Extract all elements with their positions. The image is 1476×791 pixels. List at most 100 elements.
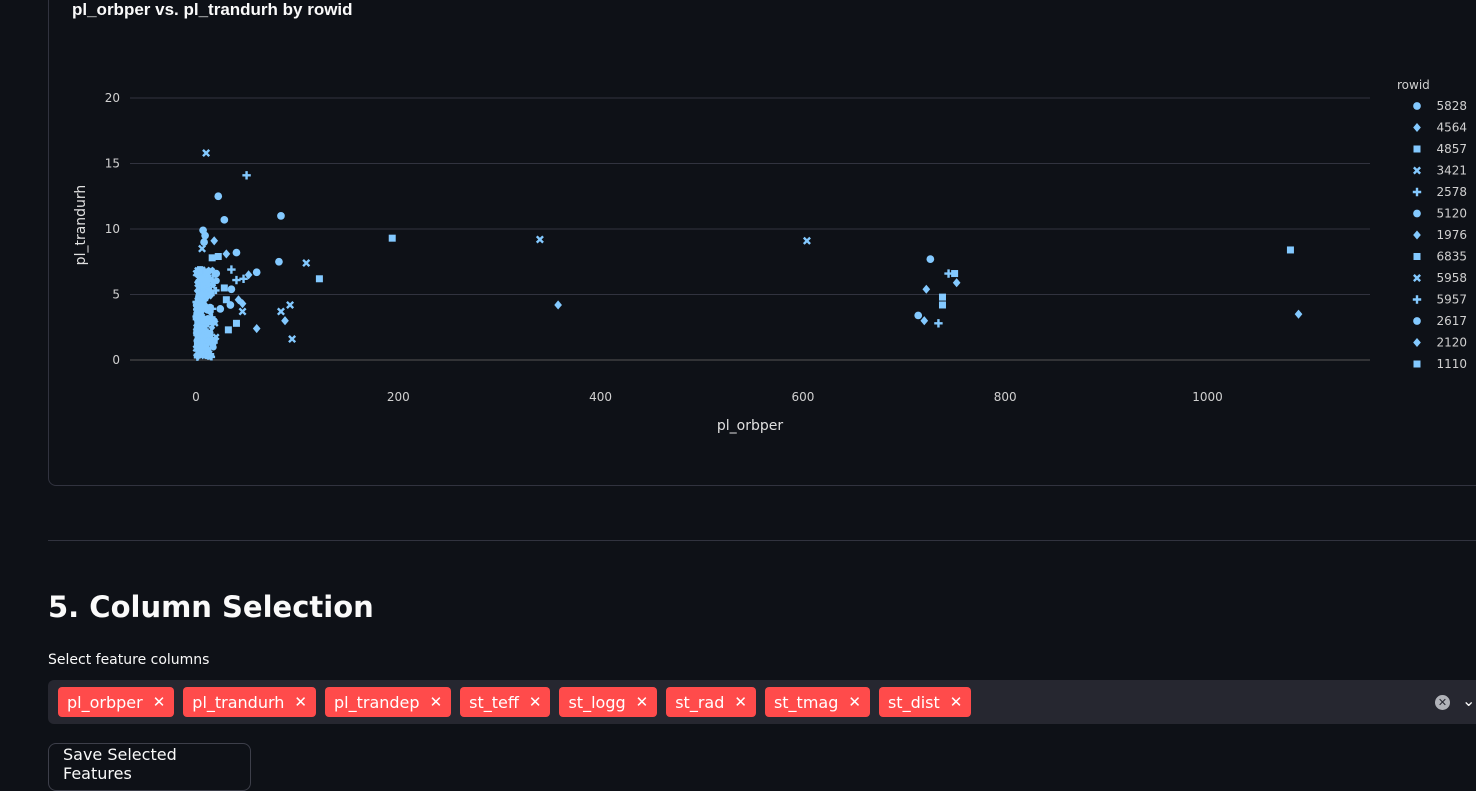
remove-tag-icon[interactable]: ✕	[636, 693, 649, 711]
tag-label: st_teff	[469, 692, 519, 712]
legend-marker	[1412, 295, 1422, 304]
scatter-chart[interactable]: 051015200 200 400 600 800 1000pl_orbperpl_tra…	[0, 0, 1476, 480]
x-axis-title: pl_orbper	[717, 418, 783, 434]
scatter-point	[210, 236, 219, 246]
tag-st_logg[interactable]: st_logg ✕	[559, 687, 658, 717]
section-divider	[48, 540, 1476, 541]
remove-tag-icon[interactable]: ✕	[153, 693, 166, 711]
remove-tag-icon[interactable]: ✕	[734, 693, 747, 711]
scatter-point	[204, 348, 211, 356]
scatter-point	[196, 324, 204, 332]
scatter-point	[242, 171, 251, 180]
remove-tag-icon[interactable]: ✕	[430, 693, 443, 711]
remove-tag-icon[interactable]: ✕	[848, 693, 861, 711]
select-label: Select feature columns	[48, 652, 210, 668]
feature-column-multiselect[interactable]: pl_orbper ✕ pl_trandurh ✕ pl_trandep ✕ st_teff…	[48, 680, 1476, 724]
scatter-point	[276, 307, 285, 316]
legend-marker	[1413, 337, 1421, 348]
scatter-point	[220, 215, 229, 224]
tag-pl_trandurh[interactable]: pl_trandurh ✕	[183, 687, 316, 717]
legend-label: 1110	[1436, 357, 1467, 371]
scatter-point	[952, 278, 961, 288]
scatter-point	[252, 268, 261, 277]
scatter-point	[195, 267, 203, 275]
selected-tags: pl_orbper ✕ pl_trandurh ✕ pl_trandep ✕ st_teff…	[58, 687, 972, 717]
y-tick-label: 10	[105, 222, 120, 236]
scatter-point	[227, 265, 236, 274]
legend-title: rowid	[1397, 78, 1430, 92]
scatter-point	[914, 311, 923, 320]
legend-label: 2578	[1436, 185, 1467, 199]
legend-marker	[1413, 230, 1421, 240]
legend-label: 5958	[1436, 271, 1467, 285]
tag-st_teff[interactable]: st_teff ✕	[460, 687, 551, 717]
scatter-point	[214, 253, 222, 261]
scatter-point	[315, 275, 323, 283]
legend-label: 2120	[1436, 336, 1467, 350]
tag-pl_trandep[interactable]: pl_trandep ✕	[325, 687, 452, 717]
scatter-point	[286, 300, 295, 309]
legend-marker	[1413, 145, 1421, 153]
scatter-point	[210, 343, 217, 351]
section-heading: 5. Column Selection	[48, 590, 374, 624]
scatter-point	[224, 326, 232, 334]
legend-label: 1976	[1436, 228, 1467, 242]
scatter-point	[938, 293, 946, 301]
legend-marker	[1413, 274, 1421, 282]
legend-label: 5957	[1436, 293, 1467, 307]
scatter-point	[202, 149, 211, 158]
legend-label: 6835	[1436, 250, 1467, 264]
save-selected-features-button[interactable]: Save Selected Features	[48, 743, 251, 791]
scatter-point	[275, 257, 283, 266]
scatter-point	[220, 284, 228, 292]
scatter-point	[926, 255, 935, 263]
tag-st_rad[interactable]: st_rad ✕	[666, 687, 756, 717]
tag-st_dist[interactable]: st_dist ✕	[878, 687, 972, 717]
scatter-point	[201, 231, 209, 240]
x-tick-label: 600	[791, 390, 814, 404]
legend-label: 2617	[1436, 314, 1467, 328]
scatter-point	[232, 319, 240, 327]
scatter-point	[302, 259, 311, 268]
remove-tag-icon[interactable]: ✕	[294, 693, 307, 711]
scatter-point	[206, 303, 215, 312]
scatter-point	[252, 324, 261, 334]
y-tick-label: 0	[112, 353, 120, 367]
tag-label: st_rad	[675, 692, 725, 712]
scatter-point	[204, 329, 212, 338]
scatter-point	[554, 300, 562, 310]
scatter-point	[1286, 246, 1294, 254]
scatter-point	[535, 235, 544, 244]
y-tick-label: 20	[105, 91, 120, 105]
scatter-point	[232, 248, 241, 257]
scatter-point	[226, 301, 235, 309]
scatter-point	[277, 212, 285, 220]
chevron-down-icon[interactable]: ⌄	[1462, 691, 1475, 710]
tag-label: st_tmag	[773, 692, 839, 712]
scatter-point	[288, 335, 297, 344]
scatter-point	[281, 316, 289, 326]
tag-st_tmag[interactable]: st_tmag ✕	[764, 687, 870, 717]
x-tick-label: 200	[387, 390, 410, 404]
y-tick-label: 5	[112, 288, 120, 302]
scatter-point	[200, 317, 208, 325]
remove-tag-icon[interactable]: ✕	[529, 693, 542, 711]
tag-label: pl_orbper	[67, 692, 143, 712]
scatter-point	[222, 249, 231, 259]
legend-marker	[1413, 209, 1421, 218]
legend-marker	[1413, 102, 1421, 110]
scatter-point	[802, 236, 811, 245]
remove-tag-icon[interactable]: ✕	[950, 693, 963, 711]
legend-label: 4857	[1436, 142, 1467, 156]
legend-marker	[1413, 317, 1421, 325]
scatter-point	[208, 254, 216, 262]
legend-marker	[1413, 166, 1421, 175]
scatter-point	[951, 270, 959, 278]
x-tick-label: 0	[192, 390, 200, 404]
tag-label: pl_trandurh	[192, 692, 285, 712]
y-tick-label: 15	[105, 157, 120, 171]
x-tick-label: 400	[589, 390, 612, 404]
scatter-point	[212, 269, 221, 278]
clear-all-icon[interactable]: ✕	[1435, 695, 1450, 710]
tag-pl_orbper[interactable]: pl_orbper ✕	[58, 687, 175, 717]
